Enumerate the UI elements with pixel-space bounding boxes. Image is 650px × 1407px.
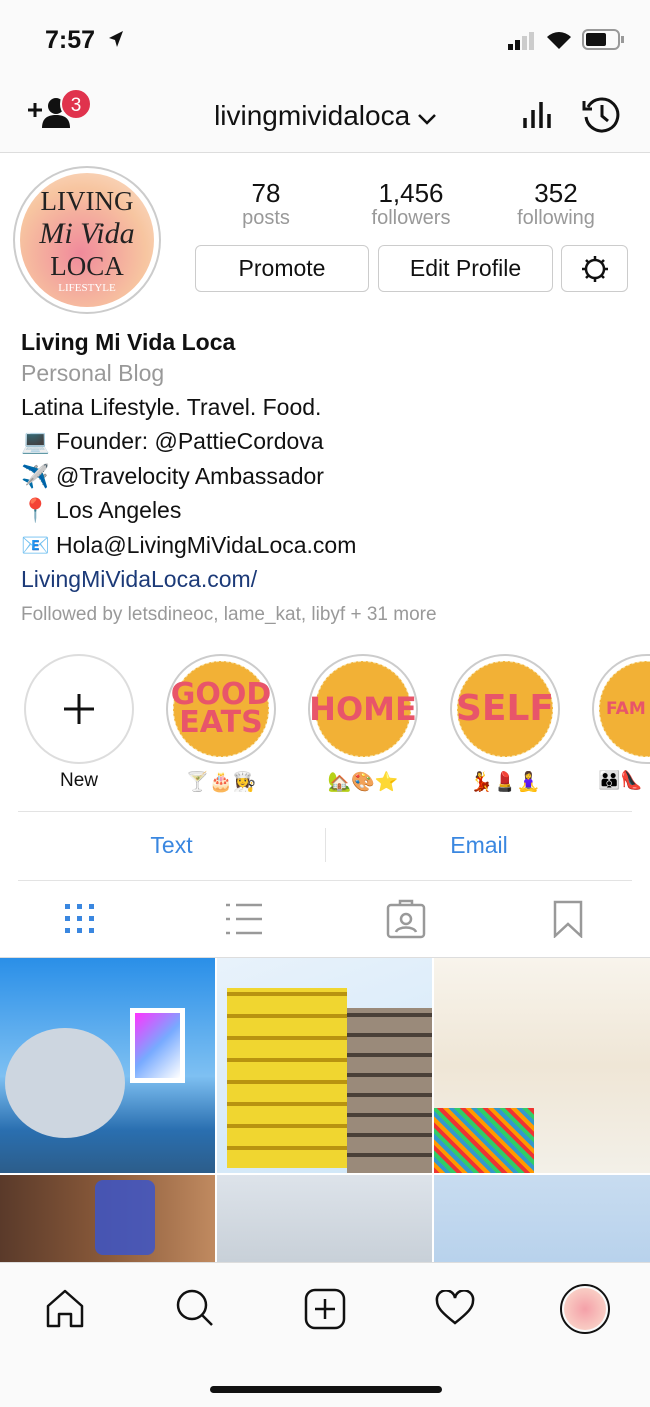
highlight-label: 🏡🎨⭐ [327,772,399,793]
grid-view-icon[interactable] [64,903,96,935]
bio-line: 💻 Founder: @PattieCordova [21,428,324,454]
avatar-logo-text: LIVING [40,186,134,216]
wifi-icon [547,32,571,49]
home-icon[interactable] [45,1288,85,1328]
signal-icon [508,32,534,50]
divider [18,880,632,881]
home-indicator [210,1386,442,1393]
post-thumbnail[interactable] [0,1175,215,1262]
posts-label: posts [242,207,290,229]
highlight-cover: FAM [599,661,650,757]
battery-icon [582,29,624,50]
avatar-logo-text: LOCA [50,251,124,281]
highlight-label: 👪👠 [598,770,643,790]
profile-category: Personal Blog [21,360,165,386]
post-thumbnail[interactable] [0,958,215,1173]
profile-avatar[interactable]: LIVING Mi Vida LOCA LIFESTYLE [13,166,161,314]
avatar-logo-text: Mi Vida [39,217,135,250]
list-view-icon[interactable] [225,902,263,936]
post-thumbnail[interactable] [217,958,432,1173]
highlight-good-eats[interactable]: GOOD EATS [166,654,276,764]
stat-posts[interactable]: 78 posts [206,178,326,230]
website-link[interactable]: LivingMiVidaLoca.com/ [21,566,257,593]
search-icon[interactable] [175,1288,215,1328]
username: livingmividaloca [214,100,411,131]
followed-by[interactable]: Followed by letsdineoc, lame_kat, libyf … [21,604,437,626]
chevron-down-icon [418,114,436,125]
profile-tab-avatar[interactable] [560,1284,610,1334]
highlight-cover: GOOD EATS [171,661,271,757]
highlight-cover: SELF [456,661,554,757]
bio-line: 📍 Los Angeles [21,497,182,523]
highlight-label: 💃💄🧘‍♀️ [469,772,541,793]
highlight-self[interactable]: SELF [450,654,560,764]
post-thumbnail[interactable] [434,1175,650,1262]
insights-icon[interactable] [522,98,552,130]
status-time: 7:57 [45,26,96,54]
highlight-family[interactable]: FAM [592,654,650,764]
settings-button[interactable] [561,245,628,292]
post-thumbnail[interactable] [434,958,650,1173]
divider [18,811,632,812]
account-switcher[interactable]: livingmividaloca [0,100,650,132]
status-bar: 7:57 [0,0,650,75]
post-thumbnail[interactable] [217,1175,432,1262]
email-contact-button[interactable]: Email [326,832,632,859]
stat-followers[interactable]: 1,456 followers [351,178,471,230]
following-label: following [517,207,595,229]
following-count: 352 [534,178,578,208]
profile-name: Living Mi Vida Loca [21,329,236,355]
posts-count: 78 [251,178,281,208]
highlight-home[interactable]: HOME [308,654,418,764]
stat-following[interactable]: 352 following [496,178,616,230]
activity-heart-icon[interactable] [435,1290,475,1326]
text-contact-button[interactable]: Text [18,832,325,859]
bio-line: 📧 Hola@LivingMiVidaLoca.com [21,532,357,558]
promote-button[interactable]: Promote [195,245,369,292]
edit-profile-button[interactable]: Edit Profile [378,245,553,292]
gear-icon [581,255,608,282]
new-post-icon[interactable] [304,1288,346,1330]
archive-history-icon[interactable] [582,95,622,135]
followers-count: 1,456 [378,178,444,208]
location-arrow-icon [109,31,123,47]
tagged-icon[interactable] [386,899,426,939]
followers-label: followers [371,207,451,229]
highlight-cover: HOME [309,661,417,757]
plus-icon [64,694,94,724]
avatar-logo-text: LIFESTYLE [58,282,116,294]
new-highlight-button[interactable] [24,654,134,764]
highlight-label: 🍸🎂👩‍🍳 [185,772,257,793]
highlight-label: New [59,770,98,791]
saved-bookmark-icon[interactable] [553,900,583,938]
bio-line: Latina Lifestyle. Travel. Food. [21,394,322,420]
bio-line: ✈️ @Travelocity Ambassador [21,463,324,489]
